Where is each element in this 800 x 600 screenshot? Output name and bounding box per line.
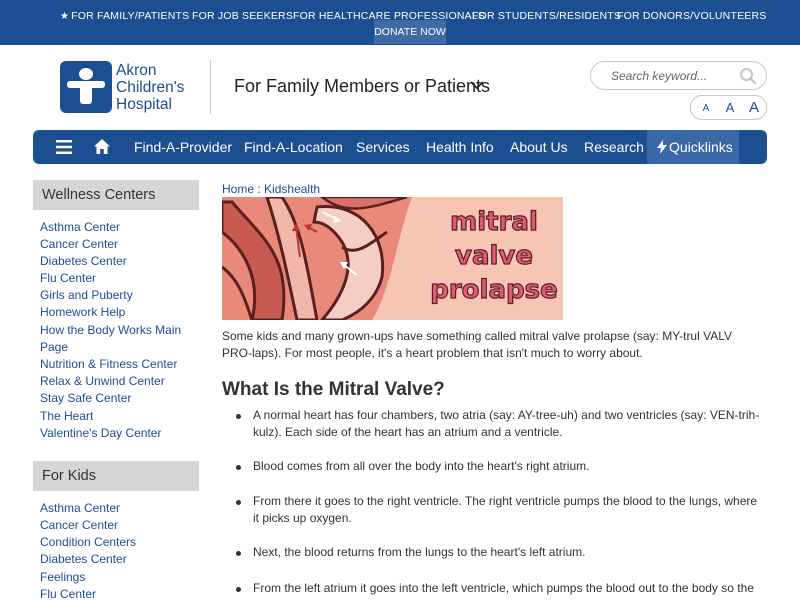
breadcrumb-home[interactable]: Home xyxy=(222,182,254,196)
list-item: From there it goes to the right ventricl… xyxy=(253,494,758,525)
donate-now-button[interactable]: DONATE NOW xyxy=(374,20,446,44)
for-kids-heading: For Kids xyxy=(33,461,199,491)
sidebar-item-kids-asthma[interactable]: Asthma Center xyxy=(40,500,120,517)
breadcrumb-separator: : xyxy=(257,182,261,196)
job-seekers-link[interactable]: FOR JOB SEEKERS xyxy=(192,10,293,22)
list-item: A normal heart has four chambers, two at… xyxy=(253,408,760,439)
sidebar-item-relax-unwind[interactable]: Relax & Unwind Center xyxy=(40,373,165,390)
sidebar-item-diabetes-center[interactable]: Diabetes Center xyxy=(40,253,127,270)
font-size-controls: A A A xyxy=(690,95,767,120)
menu-icon[interactable] xyxy=(56,140,72,154)
sidebar-item-nutrition-fitness[interactable]: Nutrition & Fitness Center xyxy=(40,356,177,373)
sidebar-item-stay-safe[interactable]: Stay Safe Center xyxy=(40,390,131,407)
search-box xyxy=(590,61,767,90)
nav-health-info[interactable]: Health Info xyxy=(426,130,494,164)
logo-text: Akron Children's Hospital xyxy=(116,62,185,113)
section-heading: What Is the Mitral Valve? xyxy=(222,379,445,400)
child-figure-icon xyxy=(60,61,112,113)
chevron-down-icon[interactable] xyxy=(470,80,484,90)
sidebar-item-kids-feelings[interactable]: Feelings xyxy=(40,569,85,586)
top-utility-bar: ★ FOR FAMILY/PATIENTS FOR JOB SEEKERS FOR… xyxy=(0,0,800,45)
hero-word-prolapse: prolapse xyxy=(430,275,557,305)
home-icon[interactable] xyxy=(93,138,111,155)
sidebar-item-valentines-day[interactable]: Valentine's Day Center xyxy=(40,425,161,442)
sidebar-item-how-body-works[interactable]: How the Body Works Main xyxy=(40,322,181,339)
list-item: Next, the blood returns from the lungs t… xyxy=(253,545,586,559)
sidebar-item-kids-flu[interactable]: Flu Center xyxy=(40,586,96,600)
sidebar-item-kids-condition-centers[interactable]: Condition Centers xyxy=(40,534,136,551)
breadcrumb-kidshealth[interactable]: Kidshealth xyxy=(264,182,320,196)
sidebar-item-homework-help[interactable]: Homework Help xyxy=(40,304,125,321)
mitral-valve-prolapse-banner: mitral valve prolapse xyxy=(222,197,563,320)
sidebar-item-girls-and-puberty[interactable]: Girls and Puberty xyxy=(40,287,133,304)
nav-find-a-provider[interactable]: Find-A-Provider xyxy=(134,130,232,164)
header-divider xyxy=(210,60,211,114)
breadcrumb: Home : Kidshealth xyxy=(222,182,320,196)
font-size-large-button[interactable]: A xyxy=(745,96,763,119)
donors-volunteers-link[interactable]: FOR DONORS/VOLUNTEERS xyxy=(617,10,766,22)
audience-selector[interactable]: For Family Members or Patients xyxy=(234,76,490,97)
hero-word-mitral: mitral xyxy=(450,207,538,237)
sidebar-item-how-body-works-page[interactable]: Page xyxy=(40,339,68,356)
nav-find-a-location[interactable]: Find-A-Location xyxy=(244,130,343,164)
akron-childrens-logo[interactable]: Akron Children's Hospital xyxy=(60,60,184,116)
main-navigation: Find-A-Provider Find-A-Location Services… xyxy=(33,130,767,164)
search-input[interactable] xyxy=(611,68,731,84)
sidebar-item-flu-center[interactable]: Flu Center xyxy=(40,270,96,287)
list-item: Blood comes from all over the body into … xyxy=(253,459,590,473)
sidebar-item-cancer-center[interactable]: Cancer Center xyxy=(40,236,118,253)
sidebar-item-the-heart[interactable]: The Heart xyxy=(40,408,93,425)
heart-illustration: mitral valve prolapse xyxy=(222,197,563,320)
list-item: From the left atrium it goes into the le… xyxy=(253,581,754,595)
students-residents-link[interactable]: FOR STUDENTS/RESIDENTS xyxy=(472,10,621,22)
nav-quicklinks[interactable]: Quicklinks xyxy=(647,130,739,164)
font-size-medium-button[interactable]: A xyxy=(721,96,739,119)
hero-word-valve: valve xyxy=(455,241,533,271)
sidebar-item-asthma-center[interactable]: Asthma Center xyxy=(40,219,120,236)
wellness-centers-heading: Wellness Centers xyxy=(33,180,199,210)
intro-paragraph: Some kids and many grown-ups have someth… xyxy=(222,329,733,360)
quicklinks-label: Quicklinks xyxy=(669,139,733,155)
search-icon[interactable] xyxy=(739,67,757,85)
family-patients-label: FOR FAMILY/PATIENTS xyxy=(71,10,190,22)
family-patients-link[interactable]: ★ FOR FAMILY/PATIENTS xyxy=(60,10,189,22)
star-icon: ★ xyxy=(60,11,70,22)
lightning-bolt-icon xyxy=(657,140,667,154)
nav-about-us[interactable]: About Us xyxy=(510,130,568,164)
font-size-small-button[interactable]: A xyxy=(697,96,715,119)
nav-research[interactable]: Research xyxy=(584,130,644,164)
nav-services[interactable]: Services xyxy=(356,130,410,164)
sidebar-item-kids-cancer[interactable]: Cancer Center xyxy=(40,517,118,534)
sidebar-item-kids-diabetes[interactable]: Diabetes Center xyxy=(40,551,127,568)
